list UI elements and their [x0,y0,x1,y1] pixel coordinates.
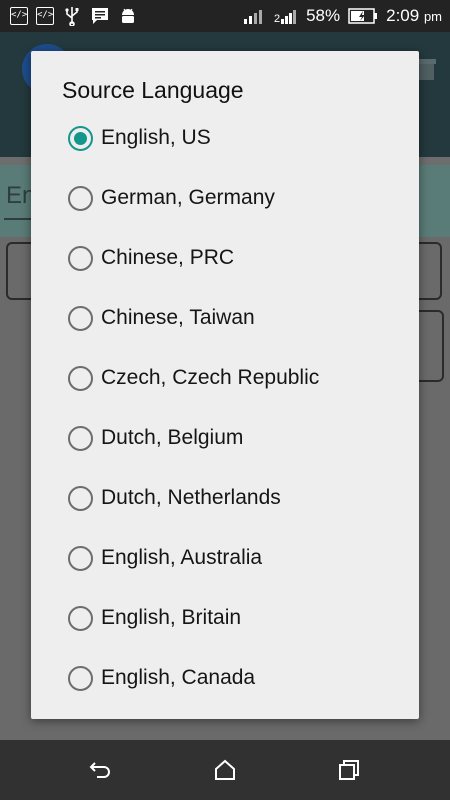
signal-2-icon: 2 [274,10,297,24]
language-option-label: English, US [101,126,211,149]
language-option[interactable]: English, Canada [31,648,419,708]
signal-icon [244,10,263,24]
radio-unchecked-icon[interactable] [68,545,93,571]
language-option-label: English, Britain [101,606,242,629]
language-option[interactable]: English, US [31,108,419,168]
code-icon: </> [10,7,28,25]
radio-unchecked-icon[interactable] [68,425,93,451]
language-option-label: English, Canada [101,666,256,689]
system-status: 2 58% 2:09 pm [244,0,442,32]
recents-icon [339,760,359,780]
clock: 2:09 pm [386,6,442,26]
language-option[interactable]: Dutch, Netherlands [31,468,419,528]
radio-checked-icon[interactable] [68,125,93,151]
dialog-title: Source Language [62,77,244,103]
message-icon [92,8,108,24]
language-option-label: Dutch, Belgium [101,426,244,449]
language-option[interactable]: Czech, Czech Republic [31,348,419,408]
clock-time: 2:09 [386,6,420,25]
home-button[interactable] [210,755,240,785]
radio-unchecked-icon[interactable] [68,185,93,211]
home-icon [215,759,235,780]
clock-ampm: pm [423,9,442,24]
language-option-label: Dutch, Netherlands [101,486,281,509]
battery-percent: 58% [306,6,341,25]
language-option[interactable]: English, Britain [31,588,419,648]
notification-icons: </> </> [10,5,138,27]
radio-unchecked-icon[interactable] [68,665,93,691]
language-option-label: Chinese, PRC [101,246,235,269]
recents-button[interactable] [334,755,364,785]
input-underline [4,218,34,220]
usb-icon [65,7,79,26]
language-option[interactable]: German, Germany [31,168,419,228]
radio-unchecked-icon[interactable] [68,485,93,511]
language-option-label: Czech, Czech Republic [101,366,320,389]
back-icon [89,762,110,778]
language-option[interactable]: Chinese, PRC [31,228,419,288]
code-icon: </> [36,7,54,25]
language-option[interactable]: English, Australia [31,528,419,588]
battery-icon [348,8,378,24]
back-button[interactable] [85,755,115,785]
language-option-label: German, Germany [101,186,275,209]
radio-unchecked-icon[interactable] [68,605,93,631]
language-option[interactable]: Dutch, Belgium [31,408,419,468]
language-option[interactable]: Chinese, Taiwan [31,288,419,348]
radio-unchecked-icon[interactable] [68,245,93,271]
language-option-list: English, US German, Germany Chinese, PRC Ch… [31,108,419,708]
language-option-label: English, Australia [101,546,263,569]
language-option-label: Chinese, Taiwan [101,306,255,329]
radio-unchecked-icon[interactable] [68,365,93,391]
source-language-dialog: Source Language English, US German, Germa… [31,51,419,719]
svg-text:2: 2 [274,13,280,24]
status-bar: </> </> 2 58% 2:09 pm [0,0,450,32]
android-icon [122,8,134,23]
navigation-bar [0,740,450,800]
radio-unchecked-icon[interactable] [68,305,93,331]
